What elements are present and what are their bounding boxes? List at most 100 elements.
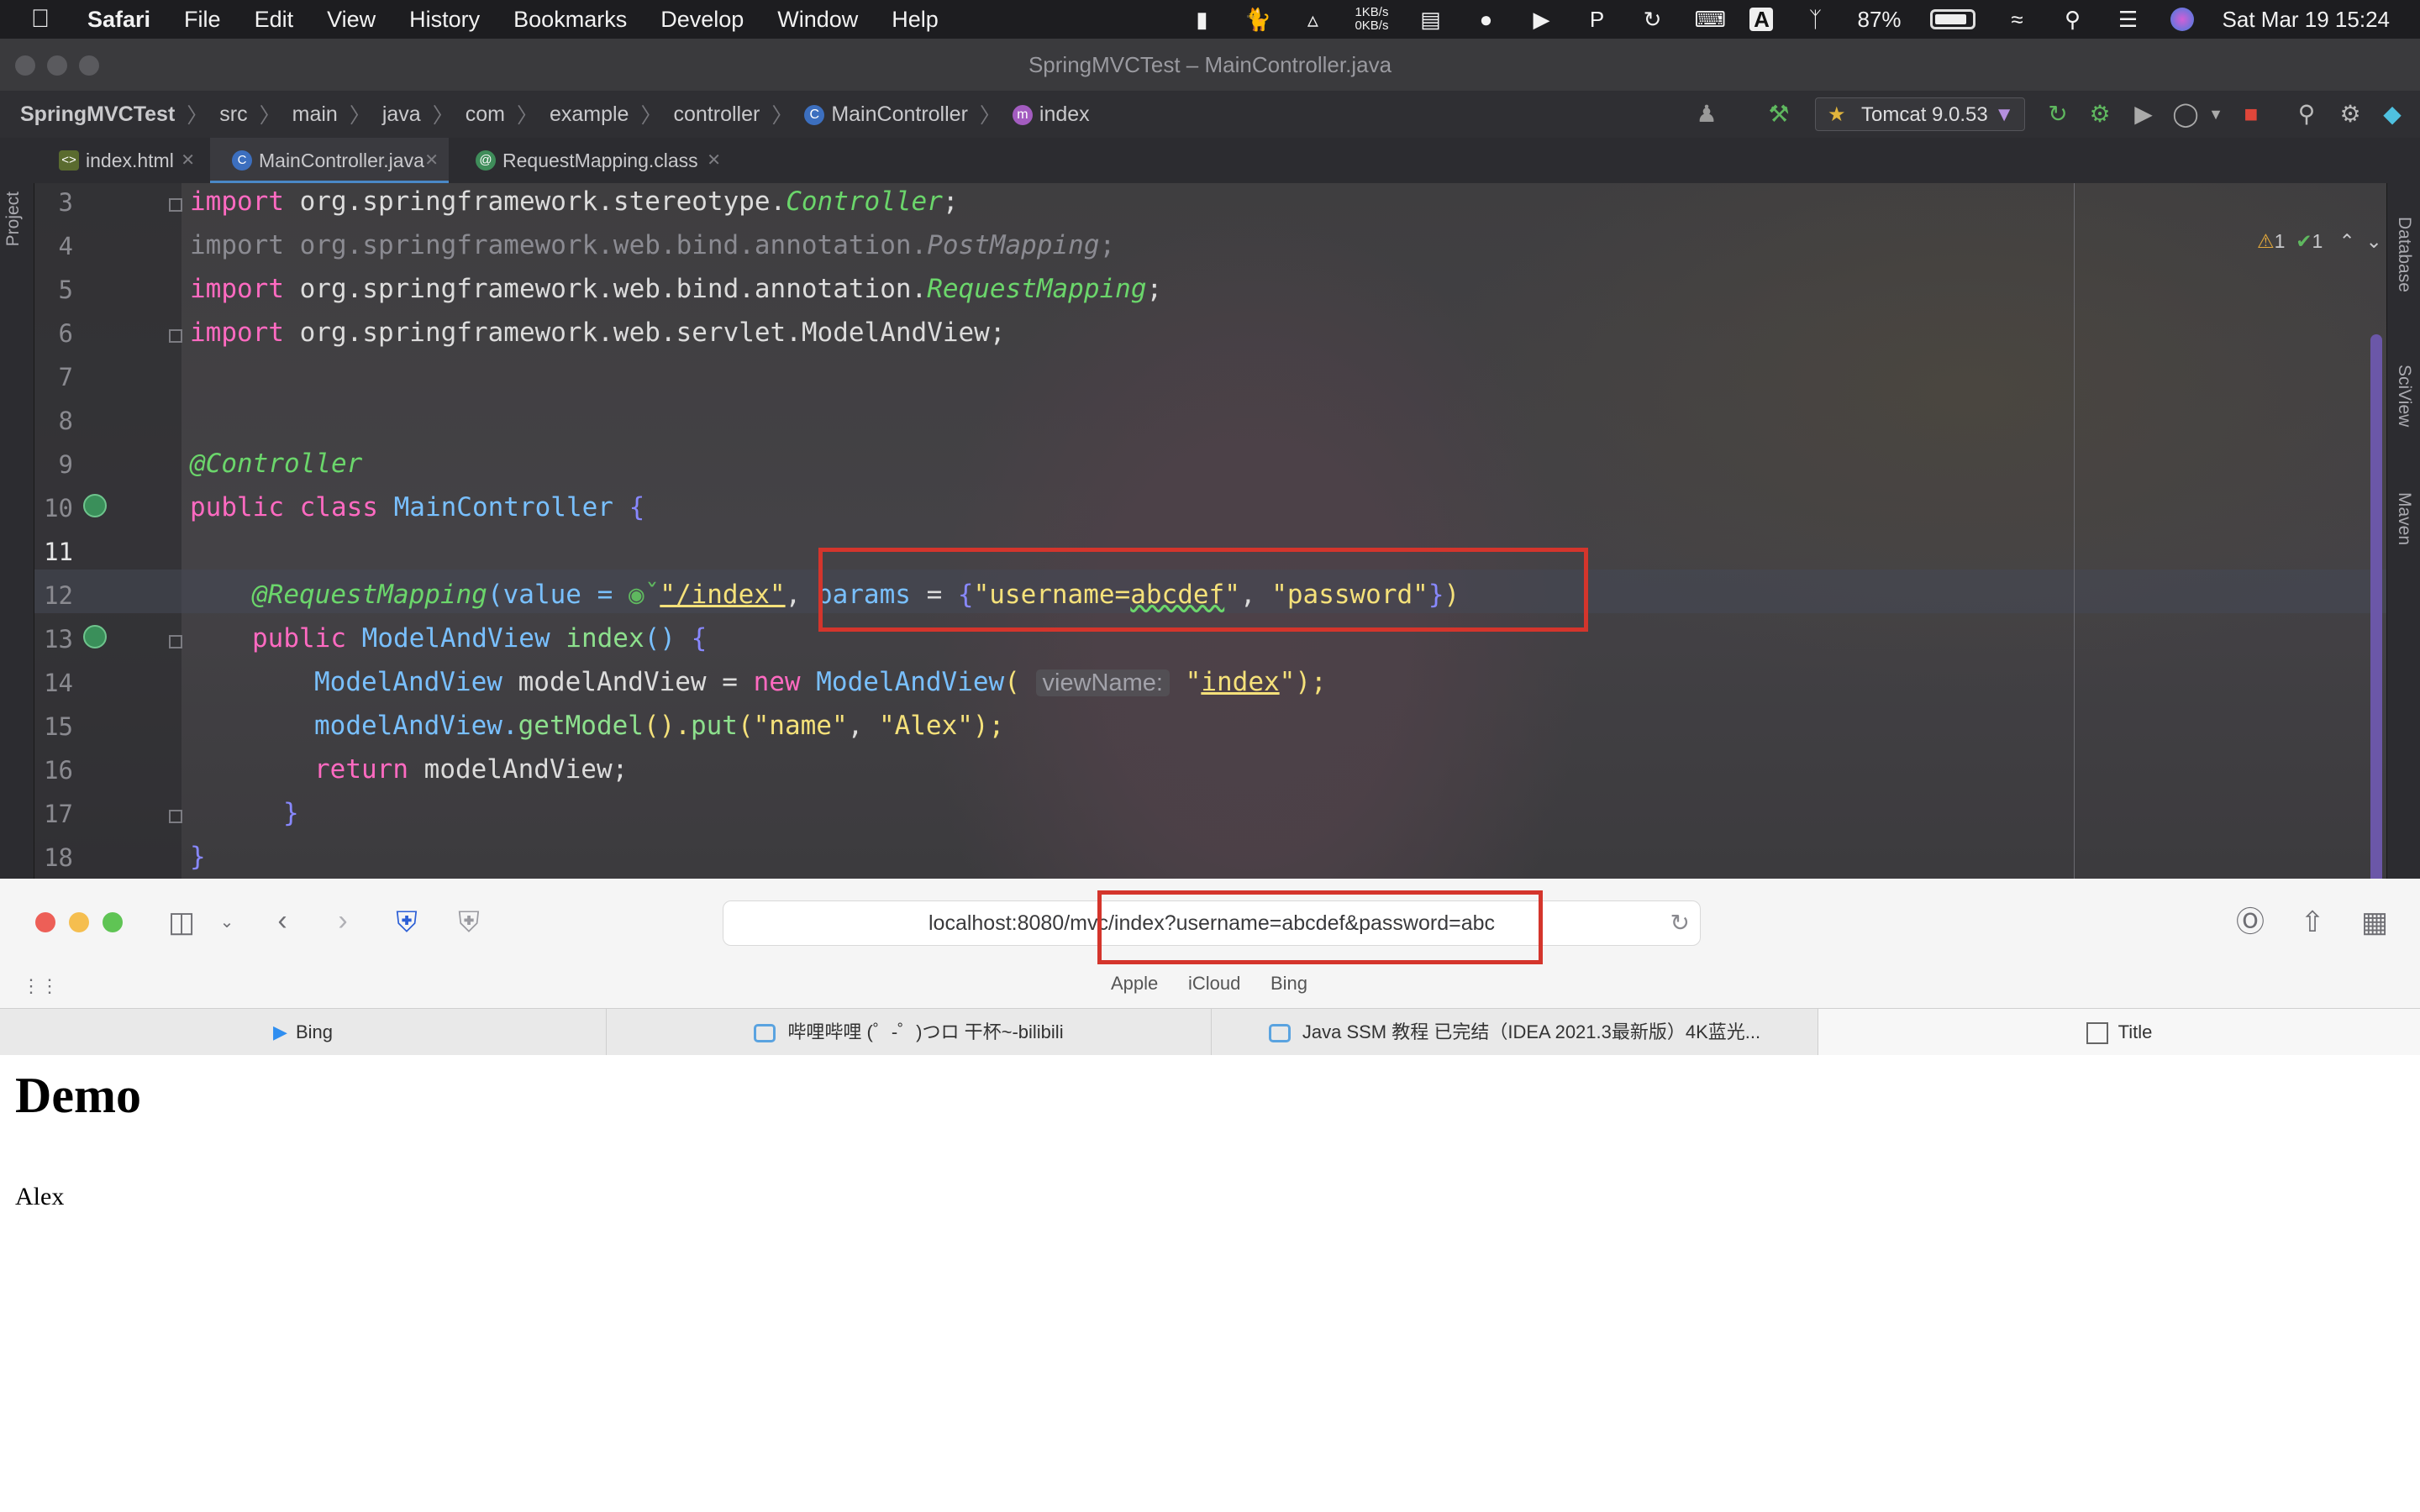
tab-label: RequestMapping.class bbox=[502, 150, 698, 171]
menu-view[interactable]: View bbox=[327, 7, 376, 33]
chevron-up-icon[interactable]: ⌃ bbox=[2338, 230, 2354, 252]
close-tab-icon[interactable]: ✕ bbox=[707, 138, 721, 183]
grid-apps-icon[interactable]: ⋮⋮ bbox=[22, 969, 59, 1003]
fold-marker-icon[interactable] bbox=[169, 810, 182, 823]
tab-index-html[interactable]: <> index.html ✕ bbox=[37, 138, 205, 183]
istat-icon[interactable]: ▮ bbox=[1188, 8, 1215, 31]
ide-minimize-button[interactable] bbox=[47, 55, 67, 76]
tab-title[interactable]: Title bbox=[1818, 1009, 2420, 1056]
favorite-icloud[interactable]: iCloud bbox=[1188, 973, 1240, 995]
menu-help[interactable]: Help bbox=[892, 7, 939, 33]
safari-close-button[interactable] bbox=[35, 912, 55, 932]
spotlight-icon[interactable]: ⚲ bbox=[2060, 8, 2086, 31]
privacy-shield-icon[interactable]: ⛨ bbox=[388, 906, 425, 939]
bluetooth-icon[interactable]: ᛉ bbox=[1802, 8, 1828, 31]
battery-icon[interactable] bbox=[1929, 9, 1975, 29]
run-config-selector[interactable]: ★ Tomcat 9.0.53 ▼ bbox=[1815, 97, 2025, 131]
breadcrumb-class[interactable]: C MainController bbox=[804, 102, 968, 127]
network-speed[interactable]: 1KB/s 0KB/s bbox=[1355, 6, 1388, 33]
close-tab-icon[interactable]: ✕ bbox=[181, 138, 195, 183]
tab-requestmapping-class[interactable]: @ RequestMapping.class ✕ bbox=[454, 138, 731, 183]
menu-file[interactable]: File bbox=[184, 7, 221, 33]
debug-bug-icon[interactable]: ⚙ bbox=[2086, 99, 2114, 129]
tab-label: Title bbox=[2118, 1021, 2153, 1042]
fold-marker-icon[interactable] bbox=[169, 198, 182, 212]
breadcrumb-com[interactable]: com bbox=[466, 102, 505, 127]
spring-mapping-gutter-icon[interactable] bbox=[83, 625, 107, 648]
clipboard-icon[interactable]: ▤ bbox=[1417, 8, 1444, 31]
database-tool-window-button[interactable]: Database bbox=[2394, 217, 2414, 292]
breadcrumb-controller[interactable]: controller bbox=[673, 102, 760, 127]
keyboard-icon[interactable]: ⌨ bbox=[1694, 8, 1726, 31]
wifi-icon[interactable]: ≈ bbox=[2004, 8, 2031, 31]
safari-minimize-button[interactable] bbox=[69, 912, 89, 932]
ide-close-button[interactable] bbox=[15, 55, 35, 76]
control-center-icon[interactable]: ☰ bbox=[2115, 8, 2142, 31]
build-hammer-icon[interactable]: ⚒ bbox=[1765, 99, 1793, 129]
safari-zoom-button[interactable] bbox=[103, 912, 123, 932]
menu-window[interactable]: Window bbox=[777, 7, 858, 33]
code-editor[interactable]: ⚠1 ✔1 ⌃ ⌄ 3 4 5 6 7 8 9 10 11 12 13 14 1… bbox=[34, 183, 2386, 917]
ide-zoom-button[interactable] bbox=[79, 55, 99, 76]
project-tool-window-button[interactable]: Project bbox=[3, 192, 24, 246]
apple-menu-icon[interactable]:  bbox=[15, 5, 66, 34]
url-string[interactable]: "/index" bbox=[660, 580, 785, 610]
sidebar-toggle-icon[interactable]: ◫ bbox=[163, 906, 200, 939]
favorite-apple[interactable]: Apple bbox=[1111, 973, 1158, 995]
status-area: ▮ 🐈 ▵ 1KB/s 0KB/s ▤ ● ▶ P ↻ ⌨ A ᛉ 87% ≈ … bbox=[1188, 0, 2390, 39]
maven-tool-window-button[interactable]: Maven bbox=[2394, 492, 2414, 545]
view-name-string[interactable]: index bbox=[1201, 667, 1279, 697]
fold-marker-icon[interactable] bbox=[169, 329, 182, 343]
search-everywhere-icon[interactable]: ⚲ bbox=[2292, 99, 2321, 129]
reload-icon[interactable]: ↻ bbox=[1670, 901, 1690, 945]
close-tab-icon[interactable]: ✕ bbox=[424, 138, 439, 183]
forward-chevron-icon[interactable]: › bbox=[324, 904, 361, 937]
profile-icon[interactable]: ◯ bbox=[2171, 99, 2200, 129]
cat-icon[interactable]: 🐈 bbox=[1244, 8, 1270, 31]
breadcrumb-example[interactable]: example bbox=[550, 102, 629, 127]
share-icon[interactable]: ⇧ bbox=[2294, 906, 2331, 939]
rerun-icon[interactable]: ↻ bbox=[2044, 99, 2072, 129]
menu-edit[interactable]: Edit bbox=[255, 7, 294, 33]
coverage-icon[interactable]: ▶ bbox=[2129, 99, 2158, 129]
user-icon[interactable]: ♟ bbox=[1692, 99, 1721, 129]
shield-icon[interactable]: ⛨ bbox=[450, 906, 487, 939]
more-run-chevron-icon[interactable]: ▼ bbox=[2202, 99, 2230, 129]
menu-develop[interactable]: Develop bbox=[660, 7, 744, 33]
chevron-down-icon[interactable]: ⌄ bbox=[2366, 230, 2382, 252]
p-icon[interactable]: P bbox=[1583, 8, 1610, 31]
stop-icon[interactable]: ■ bbox=[2237, 99, 2265, 129]
play-icon[interactable]: ▶ bbox=[1528, 8, 1555, 31]
plugin-icon[interactable]: ◆ bbox=[2378, 99, 2407, 129]
clock[interactable]: Sat Mar 19 15:24 bbox=[2223, 7, 2390, 33]
menu-history[interactable]: History bbox=[409, 7, 480, 33]
menu-app-name[interactable]: Safari bbox=[87, 7, 150, 33]
fold-marker-icon[interactable] bbox=[169, 635, 182, 648]
favorite-bing[interactable]: Bing bbox=[1270, 973, 1307, 995]
spring-bean-gutter-icon[interactable] bbox=[83, 494, 107, 517]
editor-scrollbar[interactable] bbox=[2370, 334, 2382, 914]
tab-java-ssm[interactable]: Java SSM 教程 已完结（IDEA 2021.3最新版）4K蓝光... bbox=[1212, 1009, 1818, 1056]
menu-bookmarks[interactable]: Bookmarks bbox=[513, 7, 627, 33]
ghost-icon[interactable]: ▵ bbox=[1299, 8, 1326, 31]
tab-maincontroller-java[interactable]: C MainController.java ✕ bbox=[210, 138, 449, 183]
input-source-icon[interactable]: A bbox=[1749, 8, 1774, 31]
settings-gear-icon[interactable]: ⚙ bbox=[2336, 99, 2365, 129]
chevron-down-icon[interactable]: ⌄ bbox=[208, 906, 245, 939]
downloads-icon[interactable]: Ⓞ bbox=[2232, 906, 2269, 939]
back-chevron-icon[interactable]: ‹ bbox=[264, 904, 301, 937]
tab-bilibili[interactable]: 哔哩哔哩 (゜-゜)つロ 干杯~-bilibili bbox=[607, 1009, 1212, 1056]
breadcrumb-src[interactable]: src bbox=[219, 102, 247, 127]
inspection-widget[interactable]: ⚠1 ✔1 ⌃ ⌄ bbox=[2257, 230, 2382, 253]
breadcrumb-method[interactable]: m index bbox=[1012, 102, 1090, 127]
globe-icon[interactable]: ◉ˇ bbox=[629, 580, 660, 610]
breadcrumb-main[interactable]: main bbox=[292, 102, 338, 127]
qq-icon[interactable]: ● bbox=[1472, 8, 1499, 31]
breadcrumb-java[interactable]: java bbox=[382, 102, 421, 127]
tab-bing[interactable]: ▶ Bing bbox=[0, 1009, 607, 1056]
sciview-tool-window-button[interactable]: SciView bbox=[2394, 365, 2414, 427]
time-machine-icon[interactable]: ↻ bbox=[1639, 8, 1665, 31]
breadcrumb-project[interactable]: SpringMVCTest bbox=[20, 102, 175, 127]
siri-icon[interactable] bbox=[2170, 8, 2194, 31]
tab-overview-icon[interactable]: ▦ bbox=[2356, 906, 2393, 939]
